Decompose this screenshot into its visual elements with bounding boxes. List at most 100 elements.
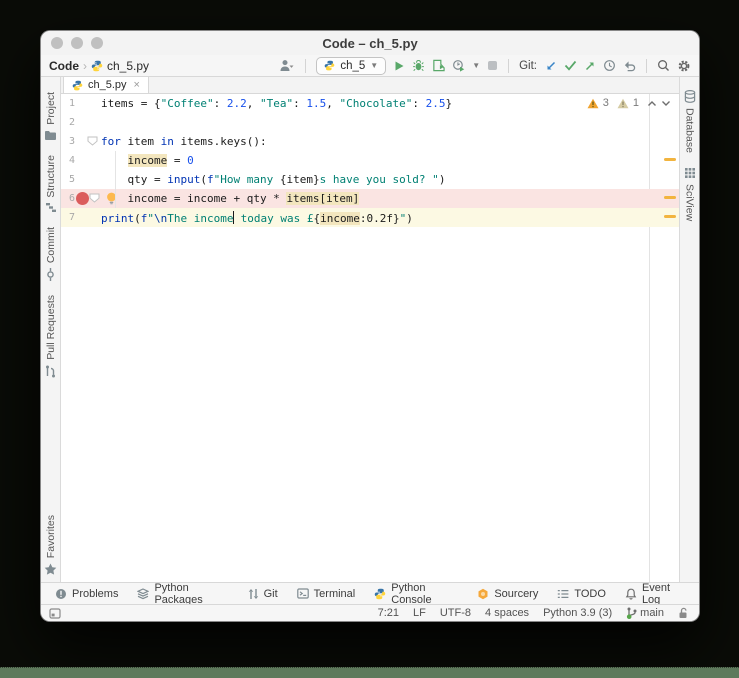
sidebar-item-label: Favorites	[44, 514, 57, 558]
code-line[interactable]: 3 for item in items.keys():	[61, 132, 679, 151]
toolwindow-button-label: Sourcery	[494, 587, 539, 600]
code-line[interactable]: 7 print(f"\nThe income today was £{income…	[61, 208, 679, 227]
gutter-icon-lane[interactable]	[75, 151, 101, 170]
git-branch-widget[interactable]: main	[626, 607, 664, 619]
code-editor[interactable]: 1 items = {"Coffee": 2.2, "Tea": 1.5, "Ch…	[61, 94, 679, 582]
toolwindow-button-label: Git	[263, 587, 278, 600]
breadcrumb-file-label: ch_5.py	[107, 58, 150, 73]
fold-marker-icon[interactable]	[89, 193, 100, 203]
toolwindow-button-sourcery[interactable]: Sourcery	[477, 588, 538, 600]
title-bar: Code – ch_5.py	[41, 31, 699, 55]
gutter-icon-lane[interactable]	[75, 113, 101, 132]
status-python-interpreter[interactable]: Python 3.9 (3)	[543, 607, 612, 619]
unlocked-icon[interactable]	[678, 607, 689, 619]
gutter-icon-lane[interactable]	[75, 208, 101, 227]
toolwindow-button-todo[interactable]: TODO	[557, 588, 606, 600]
user-account-icon[interactable]	[279, 59, 295, 72]
toolwindow-button-python-packages[interactable]: Python Packages	[137, 582, 228, 606]
event-log-icon	[625, 588, 637, 600]
close-tab-icon[interactable]: ×	[134, 79, 140, 91]
git-icon	[248, 588, 259, 600]
sourcery-icon	[477, 588, 489, 600]
run-with-coverage-button[interactable]	[432, 59, 445, 72]
chevron-down-icon[interactable]: ▼	[472, 61, 480, 70]
gutter-icon-lane[interactable]	[75, 132, 101, 151]
next-problem-icon[interactable]	[661, 100, 671, 107]
code-line[interactable]: 5 qty = input(f"How many {item}s have yo…	[61, 170, 679, 189]
status-line-separator[interactable]: LF	[413, 607, 426, 619]
weak-warning-count: 1	[632, 97, 639, 109]
python-console-icon	[374, 588, 386, 600]
toolwindow-button-label: Event Log	[641, 581, 671, 606]
sidebar-item-sciview[interactable]: SciView	[684, 160, 696, 228]
code-line[interactable]: 6 income = income + qty * items[item]	[61, 189, 679, 208]
sidebar-item-label: Commit	[44, 227, 57, 264]
python-icon	[324, 60, 335, 71]
line-number: 5	[68, 174, 75, 185]
sidebar-item-pull-requests[interactable]: Pull Requests	[45, 288, 57, 385]
star-icon	[44, 563, 57, 575]
toolbar-separator	[305, 58, 307, 73]
python-file-icon	[91, 60, 103, 72]
breadcrumb-file[interactable]: ch_5.py	[91, 59, 149, 73]
settings-gear-icon[interactable]	[677, 59, 691, 73]
branch-name: main	[640, 607, 664, 619]
run-button[interactable]	[393, 60, 405, 72]
toolwindow-button-git[interactable]: Git	[248, 588, 278, 600]
ide-window: Code – ch_5.py Code › ch_5.py ch_5 ▼ ▼ G…	[40, 30, 700, 622]
tool-windows-left: Problems Python Packages Git Terminal Python…	[55, 582, 625, 606]
breakpoint-icon[interactable]	[76, 192, 89, 205]
tab-ch5py[interactable]: ch_5.py ×	[63, 77, 149, 93]
tool-windows-bar: Problems Python Packages Git Terminal Python…	[41, 582, 699, 606]
code-line[interactable]: 4 income = 0	[61, 151, 679, 170]
packages-icon	[137, 587, 150, 600]
code-line[interactable]: 2	[61, 113, 679, 132]
search-everywhere-icon[interactable]	[657, 59, 670, 72]
code-lines: 1 items = {"Coffee": 2.2, "Tea": 1.5, "Ch…	[61, 94, 679, 227]
previous-problem-icon[interactable]	[647, 100, 657, 107]
tool-windows-right: Event Log	[625, 582, 689, 606]
breadcrumb-project[interactable]: Code	[49, 59, 79, 73]
toolwindow-button-python-console[interactable]: Python Console	[374, 582, 458, 606]
code-text: qty = input(f"How many {item}s have you …	[101, 173, 446, 186]
gutter-icon-lane[interactable]	[75, 170, 101, 189]
debug-button[interactable]	[412, 59, 425, 72]
history-icon[interactable]	[603, 59, 616, 72]
error-stripe-mark[interactable]	[664, 158, 676, 161]
sidebar-item-project[interactable]: Project	[44, 85, 57, 148]
sidebar-item-favorites[interactable]: Favorites	[44, 508, 57, 582]
status-bar: 7:21 LF UTF-8 4 spaces Python 3.9 (3) main	[41, 604, 699, 621]
git-push-icon[interactable]	[584, 60, 596, 72]
toolwindow-button-label: Problems	[72, 587, 119, 600]
git-commit-icon[interactable]	[564, 60, 577, 71]
run-configuration-select[interactable]: ch_5 ▼	[316, 56, 387, 75]
breadcrumb-separator: ›	[83, 58, 87, 73]
branch-icon	[626, 607, 637, 619]
todo-icon	[557, 589, 569, 599]
sidebar-item-structure[interactable]: Structure	[45, 148, 57, 221]
toolwindow-button-problems[interactable]: Problems	[55, 588, 118, 600]
code-text: print(f"\nThe income today was £{income:…	[101, 210, 413, 225]
inspections-widget[interactable]: 3 1	[587, 97, 671, 109]
sidebar-item-commit[interactable]: Commit	[45, 220, 57, 288]
right-tool-stripe: Database SciView	[679, 77, 699, 582]
gutter-icon-lane[interactable]	[75, 94, 101, 113]
profiler-button[interactable]	[452, 59, 465, 72]
python-file-icon	[72, 80, 83, 91]
tool-windows-toggle-icon[interactable]	[49, 607, 61, 619]
code-text: items = {"Coffee": 2.2, "Tea": 1.5, "Cho…	[101, 97, 453, 110]
toolwindow-button-event-log[interactable]: Event Log	[625, 582, 689, 606]
error-stripe-mark[interactable]	[664, 215, 676, 218]
warning-icon	[587, 98, 599, 109]
git-update-icon[interactable]	[545, 60, 557, 72]
structure-icon	[45, 202, 57, 213]
toolwindow-button-terminal[interactable]: Terminal	[296, 588, 355, 600]
status-caret-position[interactable]: 7:21	[378, 607, 399, 619]
status-file-encoding[interactable]: UTF-8	[440, 607, 471, 619]
toolbar-actions: ch_5 ▼ ▼ Git:	[279, 56, 691, 75]
rollback-icon[interactable]	[623, 60, 636, 72]
sidebar-item-database[interactable]: Database	[684, 83, 696, 160]
status-indent-style[interactable]: 4 spaces	[485, 607, 529, 619]
error-stripe-mark[interactable]	[664, 196, 676, 199]
git-group-label: Git:	[519, 59, 537, 72]
